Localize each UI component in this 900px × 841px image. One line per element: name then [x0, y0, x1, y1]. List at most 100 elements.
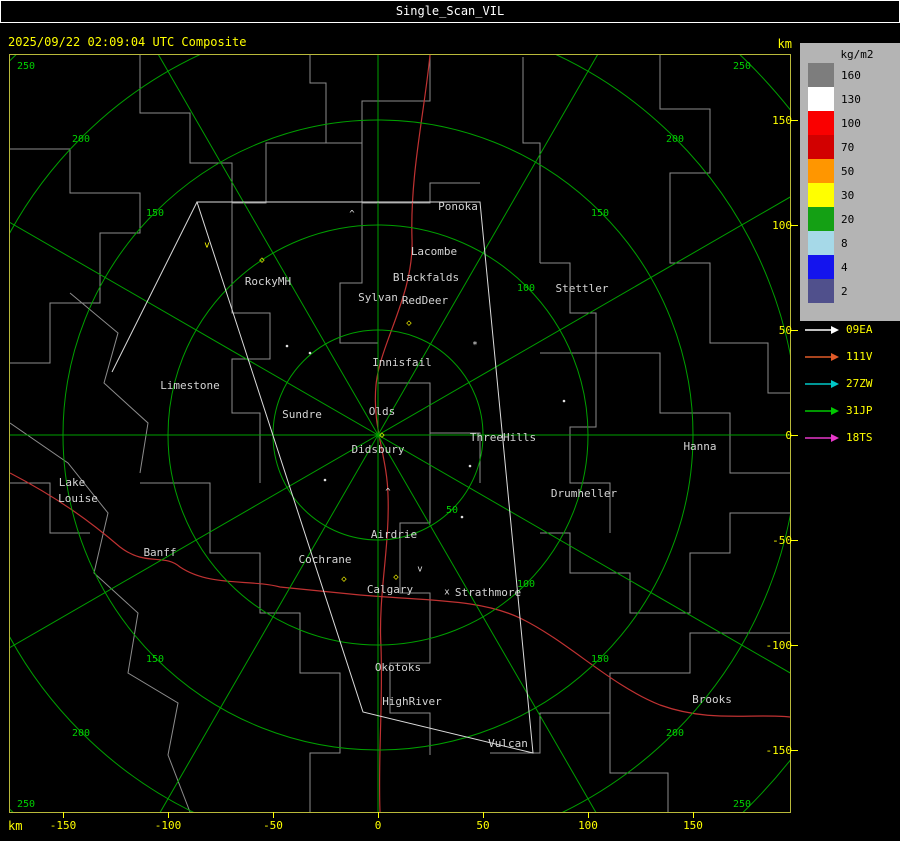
- colorbar-value: 50: [841, 164, 855, 178]
- boundary-line: [69, 292, 149, 474]
- right-axis-label: -100: [765, 639, 793, 652]
- diamond-marker: ◇: [259, 256, 265, 266]
- boundary-line: [609, 713, 669, 812]
- station-arrow-icon: [805, 325, 839, 334]
- asterisk-marker: *: [472, 341, 477, 351]
- colorbar-swatch: [808, 87, 834, 111]
- colorbar-value: 8: [841, 236, 848, 250]
- colorbar-swatch: [808, 231, 834, 255]
- colorbar-entry: 20: [800, 207, 900, 231]
- station-row: 111V: [800, 343, 900, 370]
- station-row: 31JP: [800, 397, 900, 424]
- bottom-axis-label: 100: [578, 819, 598, 832]
- bottom-axis-tick: [378, 812, 379, 818]
- colorbar-entry: 50: [800, 159, 900, 183]
- bottom-axis-tick: [483, 812, 484, 818]
- station-id: 27ZW: [846, 377, 873, 390]
- station-legend: 09EA 111V 27ZW 31JP 18TS: [800, 316, 900, 451]
- bottom-axis-tick: [273, 812, 274, 818]
- range-ring-label: 150: [146, 208, 164, 219]
- city-label: Airdrie: [371, 528, 417, 541]
- city-label: Banff: [143, 546, 176, 559]
- diamond-marker: ◇: [406, 319, 412, 329]
- station-arrow-icon: [805, 352, 839, 361]
- station-id: 31JP: [846, 404, 873, 417]
- station-id: 111V: [846, 350, 873, 363]
- bottom-axis-tick: [693, 812, 694, 818]
- city-label: RockyMH: [245, 275, 291, 288]
- boundary-line: [139, 55, 233, 203]
- city-label: Strathmore: [455, 586, 521, 599]
- diamond-marker: ◇: [341, 575, 347, 585]
- range-ring-label: 200: [666, 134, 684, 145]
- right-axis-unit: km: [777, 37, 792, 51]
- colorbar-swatch: [808, 279, 834, 303]
- colorbar-value: 70: [841, 140, 855, 154]
- dot-marker: [468, 464, 472, 468]
- right-axis-label: -150: [765, 744, 793, 757]
- city-label: Didsbury: [352, 443, 405, 456]
- right-axis-tick: [791, 540, 798, 541]
- colorbar-entry: 160: [800, 63, 900, 87]
- right-axis-tick: [791, 435, 798, 436]
- colorbar-swatch: [808, 159, 834, 183]
- range-ring-label: 200: [72, 134, 90, 145]
- station-id: 18TS: [846, 431, 873, 444]
- colorbar-value: 130: [841, 92, 861, 106]
- bottom-axis-tick: [588, 812, 589, 818]
- city-label: Olds: [369, 405, 396, 418]
- station-row: 18TS: [800, 424, 900, 451]
- range-ring-label: 150: [591, 208, 609, 219]
- range-ring-label: 200: [666, 728, 684, 739]
- bottom-axis-label: 50: [476, 819, 490, 832]
- range-ring-label: 250: [733, 61, 751, 72]
- dot-marker: [308, 351, 312, 355]
- radar-coverage-outline: [111, 201, 534, 754]
- city-label: Brooks: [692, 693, 732, 706]
- scan-timestamp: 2025/09/22 02:09:04 UTC Composite: [8, 35, 247, 49]
- caret-down-marker: v: [204, 241, 209, 251]
- radar-map[interactable]: 250 200 150 100 150 200 250 50 100 150 200 250 150 20…: [10, 55, 790, 812]
- colorbar-entry: 4: [800, 255, 900, 279]
- colorbar-entry: 100: [800, 111, 900, 135]
- bottom-axis-label: 0: [374, 819, 382, 832]
- city-label: ThreeHills: [470, 431, 536, 444]
- colorbar-entry: 70: [800, 135, 900, 159]
- bottom-axis-label: 150: [683, 819, 703, 832]
- colorbar-entry: 8: [800, 231, 900, 255]
- right-axis-tick: [791, 750, 798, 751]
- colorbar-swatch: [808, 63, 834, 87]
- range-ring-label: 250: [17, 799, 35, 810]
- right-axis-tick: [791, 225, 798, 226]
- window-title-bar: Single_Scan_VIL: [0, 0, 900, 23]
- bottom-axis-tick: [168, 812, 169, 818]
- colorbar-swatch: [808, 255, 834, 279]
- station-row: 27ZW: [800, 370, 900, 397]
- range-ring-label: 50: [446, 505, 458, 516]
- city-label: HighRiver: [382, 695, 442, 708]
- colorbar-entry: 130: [800, 87, 900, 111]
- range-ring-label: 250: [17, 61, 35, 72]
- colorbar-value: 2: [841, 284, 848, 298]
- colorbar-swatch: [808, 135, 834, 159]
- bottom-axis-label: -50: [263, 819, 283, 832]
- colorbar-entries: 160 130 100 70 50 30 20 8 4 2: [800, 63, 900, 303]
- city-label: RedDeer: [402, 294, 449, 307]
- range-ring-label: 200: [72, 728, 90, 739]
- boundary-line: [140, 482, 341, 812]
- boundary-line: [540, 512, 790, 614]
- boundary-line: [10, 482, 90, 534]
- city-label: Okotoks: [375, 661, 421, 674]
- boundary-line: [231, 261, 271, 483]
- colorbar-value: 160: [841, 68, 861, 82]
- city-label: Vulcan: [488, 737, 528, 750]
- range-ring-label: 250: [733, 799, 751, 810]
- boundary-line: [10, 422, 191, 812]
- city-label: Louise: [58, 492, 98, 505]
- dot-marker: [562, 399, 566, 403]
- caret-up-marker: ^: [385, 488, 391, 498]
- right-axis-label: -50: [772, 534, 792, 547]
- diamond-marker: ◇: [393, 573, 399, 583]
- city-label: Ponoka: [438, 200, 478, 213]
- colorbar-value: 100: [841, 116, 861, 130]
